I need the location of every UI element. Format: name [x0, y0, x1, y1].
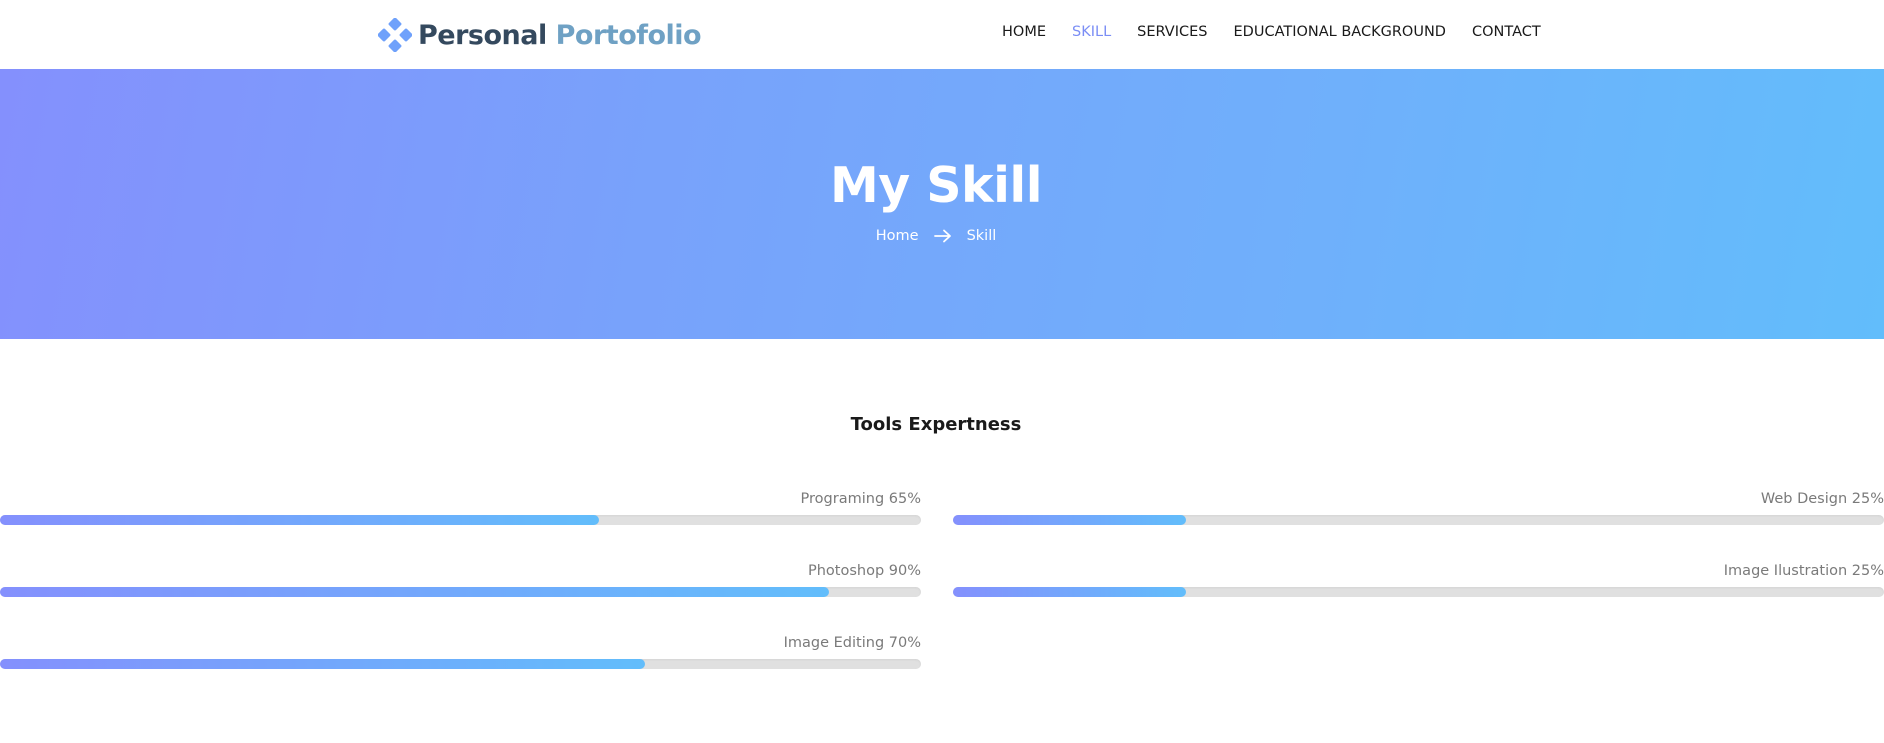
nav-item-educational-background[interactable]: EDUCATIONAL BACKGROUND [1234, 24, 1446, 40]
skill-progress-track [0, 659, 921, 669]
site-logo[interactable]: Personal Portofolio [378, 15, 702, 55]
page-banner: My Skill Home Skill [0, 69, 1884, 339]
skill-label: Image Ilustration 25% [1723, 563, 1884, 579]
skill-item-web-design: Web Design 25% [953, 491, 1884, 541]
breadcrumb-current: Skill [966, 228, 997, 244]
nav-item-contact[interactable]: CONTACT [1472, 24, 1541, 40]
nav-item-home[interactable]: HOME [1002, 24, 1046, 40]
skill-label: Web Design 25% [1760, 491, 1884, 507]
skill-progress-fill [0, 515, 599, 525]
skill-item-image-ilustration: Image Ilustration 25% [953, 563, 1884, 613]
skill-progress-track [0, 515, 921, 525]
skill-label: Image Editing 70% [783, 635, 921, 651]
nav-item-skill[interactable]: SKILL [1072, 24, 1111, 40]
skill-item-programing: Programing 65% [0, 491, 921, 541]
skill-progress-fill [0, 587, 829, 597]
skill-progress-track [953, 587, 1884, 597]
nav-item-services[interactable]: SERVICES [1137, 24, 1207, 40]
breadcrumb: Home Skill [0, 228, 1872, 244]
breadcrumb-home-link[interactable]: Home [876, 228, 919, 244]
skill-progress-track [0, 587, 921, 597]
skills-section-title: Tools Expertness [850, 414, 1022, 435]
skill-item-image-editing: Image Editing 70% [0, 635, 921, 685]
logo-text: Personal Portofolio [418, 19, 702, 51]
skill-label: Photoshop 90% [807, 563, 921, 579]
arrow-right-icon [933, 229, 951, 243]
site-header: Personal Portofolio HOME SKILL SERVICES … [0, 0, 1884, 69]
skill-label: Programing 65% [800, 491, 921, 507]
skill-item-photoshop: Photoshop 90% [0, 563, 921, 613]
main-nav: HOME SKILL SERVICES EDUCATIONAL BACKGROU… [1002, 24, 1567, 40]
skill-progress-fill [953, 587, 1186, 597]
logo-text-secondary: Portofolio [555, 19, 702, 51]
skill-progress-fill [0, 659, 645, 669]
logo-text-primary: Personal [418, 19, 547, 51]
page-title: My Skill [829, 157, 1043, 214]
skill-progress-track [953, 515, 1884, 525]
skill-progress-fill [953, 515, 1186, 525]
diamond-logo-icon [378, 18, 412, 52]
